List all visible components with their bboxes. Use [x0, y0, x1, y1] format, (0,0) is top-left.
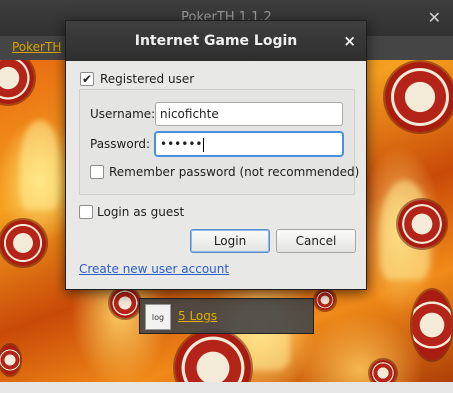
logs-label[interactable]: 5 Logs — [178, 309, 217, 323]
close-icon[interactable]: × — [343, 21, 356, 61]
bottom-strip — [0, 382, 453, 393]
registered-user-label[interactable]: Registered user — [100, 72, 194, 86]
username-field[interactable]: nicofichte — [155, 102, 343, 126]
dialog-titlebar: Internet Game Login × — [66, 21, 366, 61]
password-value: •••••• — [160, 137, 203, 151]
password-field[interactable]: •••••• — [155, 132, 343, 156]
poker-chip-image — [0, 220, 46, 266]
poker-chip-image — [412, 290, 452, 360]
main-close-icon[interactable]: ✕ — [428, 0, 441, 36]
menu-pokerth[interactable]: PokerTH — [12, 40, 61, 54]
login-as-guest-label[interactable]: Login as guest — [97, 205, 184, 219]
poker-chip-image — [0, 345, 20, 375]
login-dialog: Internet Game Login × ✔ Registered user … — [65, 20, 367, 290]
poker-chip-image — [398, 200, 446, 248]
checkmark-icon: ✔ — [81, 72, 93, 86]
log-file-icon: log — [145, 304, 171, 330]
logs-button[interactable]: log 5 Logs — [139, 298, 314, 334]
dialog-title: Internet Game Login — [134, 33, 298, 49]
poker-chip-image — [0, 60, 34, 104]
remember-password-checkbox[interactable] — [90, 165, 104, 179]
flame-decoration — [20, 120, 60, 210]
remember-password-label[interactable]: Remember password (not recommended) — [109, 165, 359, 179]
username-label: Username: — [90, 107, 156, 121]
poker-chip-image — [315, 290, 335, 310]
registered-user-checkbox[interactable]: ✔ — [80, 72, 94, 86]
password-label: Password: — [90, 137, 151, 151]
username-value: nicofichte — [160, 107, 219, 121]
login-as-guest-checkbox[interactable] — [79, 205, 93, 219]
login-button[interactable]: Login — [190, 229, 270, 253]
text-caret — [203, 137, 205, 152]
create-account-link[interactable]: Create new user account — [79, 262, 229, 276]
poker-chip-image — [110, 288, 140, 318]
cancel-button[interactable]: Cancel — [276, 229, 356, 253]
poker-chip-image — [385, 62, 453, 132]
